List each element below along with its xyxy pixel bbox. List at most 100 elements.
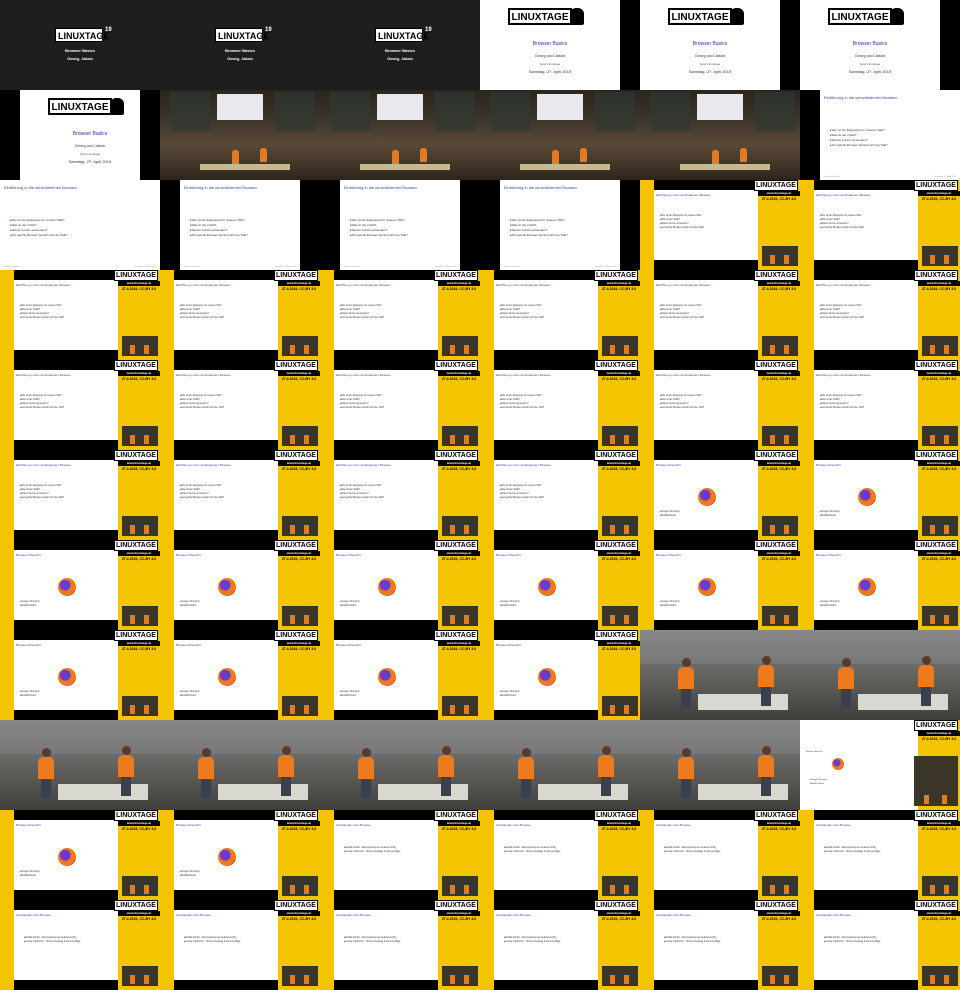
linuxtage-logo: LINUXTAGE [274,630,318,641]
stream-license: 27.4.2019, CC-BY 3.0 [118,466,160,472]
linuxtage-logo: LINUXTAGE [274,450,318,461]
slide-frame: Konfiguration der Browser Mozilla Firefox… [174,910,278,980]
slide-frame: Konfiguration der Browser Mozilla Firefox… [334,910,438,980]
footer-right: Samstag, 27. April 2019 [594,266,616,268]
stream-yellow-edge [0,900,14,990]
speaker-figure [624,435,629,444]
slide-frame: Browser-Übersicht Google ChromiumMozilla … [654,550,758,620]
slide-frame: Einführung in die verschiedenen Browser W… [174,280,278,350]
slide-frame: Konfiguration der Browser Mozilla Firefox… [494,820,598,890]
linuxtage-logo: LINUXTAGE [274,810,318,821]
slide-heading: Browser-Übersicht [816,553,841,557]
frame-str-ov: Browser-Übersicht Google ChromiumMozilla … [0,540,160,630]
frame-str-intro: Einführung in die verschiedenen Browser W… [0,270,160,360]
speaker-figure [450,345,455,354]
slide-bullet: Auf welche Browser bezieht sich der Talk… [340,316,384,320]
lecture-desk [200,164,290,170]
frame-str-cfg: Konfiguration der Browser Mozilla Firefox… [320,810,480,900]
stream-license: 27.4.2019, CC-BY 3.0 [598,826,640,832]
slide-heading: Einführung in die verschiedenen Browser [496,463,551,467]
speaker-figure [118,746,134,796]
slide-bullets: Google ChromiumMozilla Firefox [180,690,200,698]
stream-yellow-edge [800,810,814,900]
firefox-logo-icon [832,758,844,770]
speaker-figure [610,615,615,624]
slide-bullets: Google ChromiumMozilla Firefox [660,510,680,518]
linuxtage-logo: LINUXTAGE [434,810,478,821]
linuxtage-logo: LINUXTAGE [594,810,638,821]
linuxtage-logo: LINUXTAGE [434,450,478,461]
frame-gap [620,0,640,90]
speaker-figure [420,148,427,162]
stream-yellow-edge [160,630,174,720]
speaker-camera-inset [762,966,798,986]
speaker-legs [761,777,771,796]
slide-heading: Konfiguration der Browser [816,823,851,827]
firefox-logo-icon [58,668,76,686]
speaker-figure [130,885,135,894]
speaker-head [682,748,691,757]
stream-yellow-edge [640,270,654,360]
stream-license: 27.4.2019, CC-BY 3.0 [438,466,480,472]
speaker-figure [38,748,54,798]
speaker-figure [944,885,949,894]
venue-name: Graz Linuxtage [699,62,721,66]
frame-str-intro: Einführung in die verschiedenen Browser W… [800,360,960,450]
speaker-figure [260,148,267,162]
slide-bullets: Wer ist die Zielgruppe für unseren Talk?… [500,484,544,500]
frame-str-ov: Browser-Übersicht Google ChromiumMozilla … [160,810,320,900]
speaker-figure [144,975,149,984]
slide-bullets: Wer ist die Zielgruppe für unseren Talk?… [340,484,384,500]
chalkboard [275,92,315,132]
slide-bullet: Auf welche Browser bezieht sich der Talk… [20,406,64,410]
speaker-shirt [518,757,534,779]
speaker-figure [464,885,469,894]
slide-bullets: Google ChromiumMozilla Firefox [660,600,680,608]
speaker-figure [290,885,295,894]
slide-bullets: Google ChromiumMozilla Firefox [820,600,840,608]
linuxtage-logo: LINUXTAGE [114,900,158,911]
frame-str-intro: Einführung in die verschiedenen Browser W… [0,450,160,540]
frame-spk [640,720,800,810]
speaker-figure [450,885,455,894]
slide-footer: Georg und Jakob Samstag, 27. April 2019 [344,266,456,268]
slide-heading: Einführung in die verschiedenen Browser [176,283,231,287]
frame-str-ov: Browser-Übersicht Google ChromiumMozilla … [640,450,800,540]
slide-heading: Einführung in die verschiedenen Browser [336,463,391,467]
stream-license: 27.4.2019, CC-BY 3.0 [758,916,800,922]
speaker-figure [930,615,935,624]
stream-license: 27.4.2019, CC-BY 3.0 [598,916,640,922]
slide-frame: Browser-Übersicht Google ChromiumMozilla … [494,550,598,620]
slide-bullets: Mozilla Firefox : about:preferences & ab… [824,846,880,854]
talk-title: Browser Basics [384,48,415,53]
lecture-desk [680,164,770,170]
linuxtage-logo: LINUXTAGE [754,540,798,551]
slide-frame: Einführung in die verschiedenen Browser W… [494,460,598,530]
speaker-figure [304,525,309,534]
speaker-camera-inset [922,336,958,356]
frame-str-ov: Browser-Übersicht Google ChromiumMozilla … [160,540,320,630]
linuxtage-logo: LINUXTAGE [375,28,429,42]
year-mark: 19 [105,27,112,33]
speaker-camera-inset [442,966,478,986]
firefox-logo-icon [378,578,396,596]
slide-heading: Einführung in die verschiedenen Browser [816,373,871,377]
speaker-camera-inset [122,606,158,626]
stream-license: 27.4.2019, CC-BY 3.0 [278,556,320,562]
speaker-figure [930,345,935,354]
speaker-figure [918,656,934,706]
talk-title: Browser Basics [72,131,108,137]
frame-str-intro: Einführung in die verschiedenen Browser W… [640,180,800,270]
speaker-head [362,748,371,757]
footer-right: Samstag, 27. April 2019 [434,266,456,268]
speaker-figure [784,525,789,534]
slide-bullet: Auf welche Browser bezieht sich der Talk… [820,316,864,320]
slide-heading: Einführung in die verschiedenen Browser [16,373,71,377]
stream-license: 27.4.2019, CC-BY 3.0 [438,646,480,652]
firefox-logo-icon [58,578,76,596]
speaker-figure [770,435,775,444]
speaker-figure [770,885,775,894]
slide-heading: Browser-Übersicht [336,553,361,557]
stream-yellow-edge [320,360,334,450]
stream-license: 27.4.2019, CC-BY 3.0 [598,646,640,652]
